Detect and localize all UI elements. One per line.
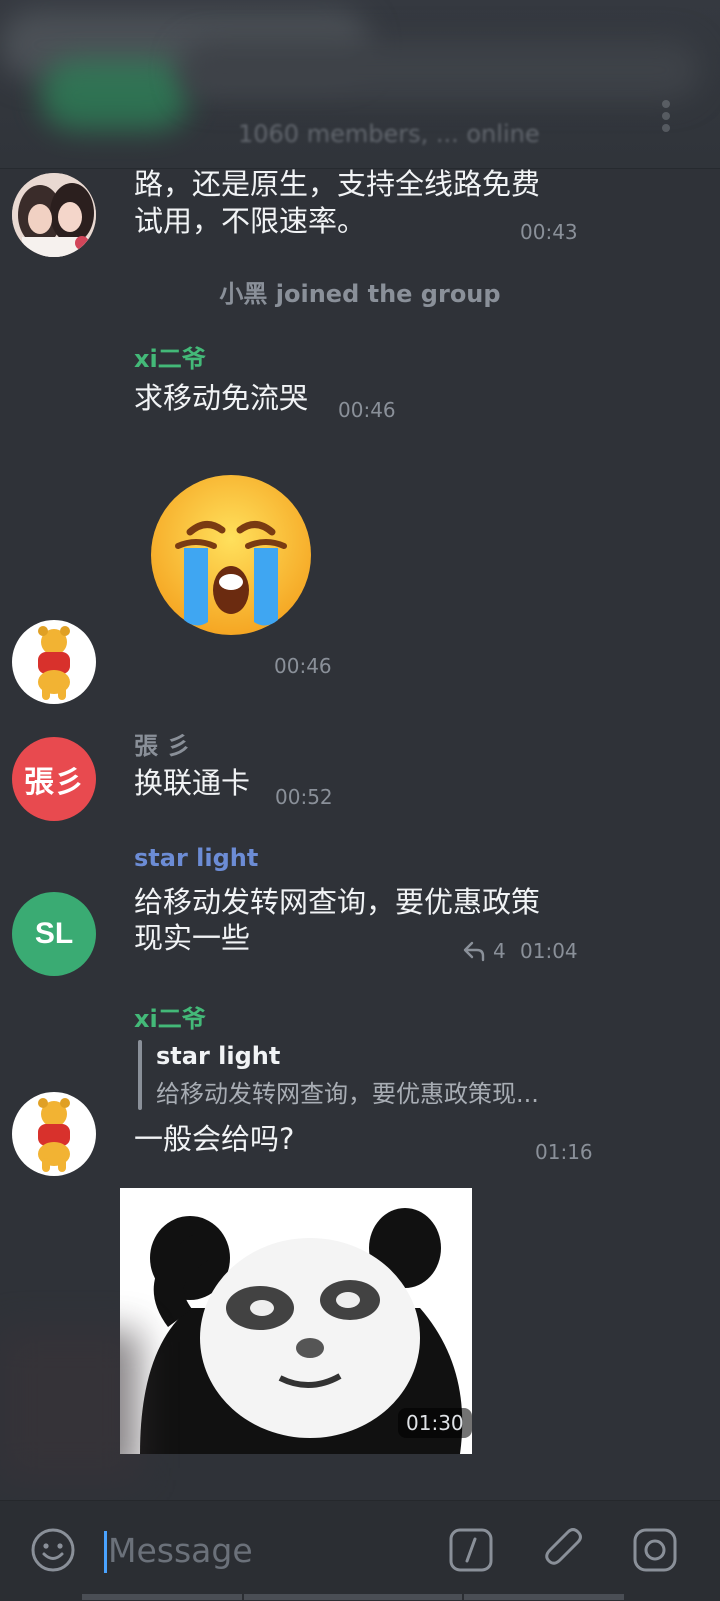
avatar-initials[interactable]: 張彡	[12, 737, 96, 821]
message-time: 00:52	[275, 785, 333, 809]
sender-name[interactable]: 張 彡	[134, 726, 190, 761]
message-time: 00:46	[338, 398, 396, 422]
message-text: 给移动发转网查询，要优惠政策	[134, 885, 541, 919]
message-list[interactable]: 路，还是原生，支持全线路免费 试用，不限速率。 00:43 小黑 joined …	[0, 167, 720, 1498]
message-text: 求移动免流哭	[134, 381, 309, 415]
message-text: 现实一些	[134, 921, 251, 955]
group-status: 1060 members, ... online	[238, 120, 540, 148]
avatar-pooh[interactable]	[12, 1092, 96, 1176]
message-time: 00:46	[274, 654, 332, 678]
reply-count[interactable]: 4	[493, 939, 506, 963]
message-time: 01:04	[520, 939, 578, 963]
avatar-pooh[interactable]	[12, 620, 96, 704]
avatar-photo-user[interactable]	[12, 173, 96, 257]
reply-to-name[interactable]: star light	[156, 1042, 280, 1070]
blurred-region	[0, 1330, 140, 1480]
sticker-time-badge: 01:30	[398, 1408, 472, 1438]
sender-name[interactable]: xi二爷	[134, 339, 206, 374]
panda-meme-icon[interactable]: 01:30	[120, 1188, 472, 1454]
reply-arrow-icon	[462, 940, 486, 962]
message-input[interactable]: Message	[108, 1531, 253, 1570]
paperclip-icon[interactable]	[542, 1525, 588, 1575]
message-text: 路，还是原生，支持全线路免费	[134, 167, 541, 201]
service-message: 小黑 joined the group	[219, 280, 501, 308]
message-text: 换联通卡	[134, 766, 251, 800]
reply-to-text[interactable]: 给移动发转网查询，要优惠政策现...	[156, 1076, 539, 1112]
more-options-icon[interactable]	[660, 96, 672, 134]
chat-header[interactable]: 1060 members, ... online	[0, 0, 720, 169]
message-time: 00:43	[520, 220, 578, 244]
message-text: 试用，不限速率。	[134, 204, 367, 238]
smile-icon[interactable]	[30, 1527, 76, 1573]
nav-indicator	[244, 1594, 462, 1600]
avatar-initials[interactable]: SL	[12, 892, 96, 976]
reply-quote-bar	[138, 1040, 142, 1110]
text-cursor	[104, 1531, 107, 1573]
instagram-camera-icon[interactable]	[632, 1527, 678, 1573]
nav-indicator	[82, 1594, 242, 1600]
message-text: 一般会给吗?	[134, 1122, 295, 1156]
message-input-bar[interactable]: Message	[0, 1500, 720, 1601]
slash-command-icon[interactable]	[448, 1527, 494, 1573]
message-time: 01:30	[406, 1411, 464, 1435]
nav-indicator	[464, 1594, 624, 1600]
blurred-group-title	[180, 40, 700, 100]
sender-name[interactable]: xi二爷	[134, 999, 206, 1034]
sender-name[interactable]: star light	[134, 844, 258, 872]
message-time: 01:16	[535, 1140, 593, 1164]
blurred-group-avatar	[40, 60, 190, 130]
crying-face-icon[interactable]	[148, 472, 314, 638]
